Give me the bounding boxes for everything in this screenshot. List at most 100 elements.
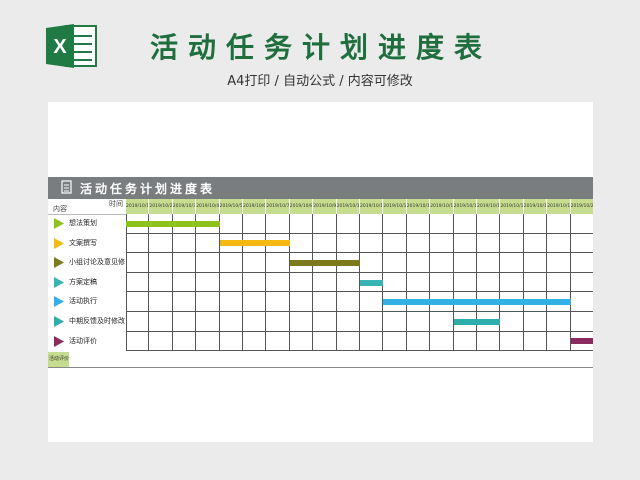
gantt-cell[interactable] [196, 253, 220, 273]
gantt-cell[interactable] [219, 292, 243, 312]
gantt-cell[interactable] [126, 233, 150, 254]
gantt-cell[interactable] [266, 292, 290, 312]
gantt-cell[interactable] [313, 233, 337, 254]
gantt-cell[interactable] [360, 312, 384, 332]
gantt-cell[interactable] [336, 233, 360, 254]
gantt-cell[interactable] [500, 233, 524, 254]
gantt-cell[interactable] [430, 233, 454, 254]
gantt-cell[interactable] [547, 312, 571, 332]
gantt-cell[interactable] [243, 312, 267, 332]
gantt-cell[interactable] [196, 292, 220, 312]
gantt-cell[interactable] [547, 233, 571, 254]
gantt-cell[interactable] [477, 272, 501, 293]
gantt-cell[interactable] [383, 214, 407, 234]
gantt-cell[interactable] [500, 272, 524, 293]
gantt-cell[interactable] [289, 272, 314, 293]
gantt-cell[interactable] [383, 272, 407, 293]
gantt-cell[interactable] [383, 312, 407, 332]
gantt-cell[interactable] [126, 312, 150, 332]
gantt-cell[interactable] [523, 253, 548, 273]
gantt-cell[interactable] [289, 214, 314, 234]
gantt-cell[interactable] [219, 253, 243, 273]
gantt-cell[interactable] [406, 253, 431, 273]
gantt-cell[interactable] [172, 312, 197, 332]
gantt-cell[interactable] [196, 312, 220, 332]
gantt-cell[interactable] [383, 233, 407, 254]
gantt-cell[interactable] [243, 253, 267, 273]
gantt-cell[interactable] [243, 214, 267, 234]
gantt-cell[interactable] [172, 233, 197, 254]
gantt-cell[interactable] [336, 214, 360, 234]
gantt-cell[interactable] [570, 312, 593, 332]
gantt-cell[interactable] [126, 272, 150, 293]
gantt-cell[interactable] [523, 233, 548, 254]
gantt-cell[interactable] [500, 214, 524, 234]
gantt-cell[interactable] [172, 253, 197, 273]
gantt-cell[interactable] [336, 331, 360, 352]
gantt-cell[interactable] [406, 272, 431, 293]
gantt-cell[interactable] [430, 312, 454, 332]
gantt-cell[interactable] [477, 214, 501, 234]
gantt-cell[interactable] [172, 331, 197, 352]
gantt-cell[interactable] [406, 331, 431, 352]
gantt-cell[interactable] [336, 292, 360, 312]
gantt-cell[interactable] [570, 253, 593, 273]
gantt-cell[interactable] [453, 214, 477, 234]
gantt-cell[interactable] [336, 312, 360, 332]
gantt-cell[interactable] [219, 272, 243, 293]
gantt-cell[interactable] [219, 331, 243, 352]
gantt-cell[interactable] [289, 292, 314, 312]
gantt-cell[interactable] [336, 272, 360, 293]
gantt-cell[interactable] [313, 272, 337, 293]
gantt-cell[interactable] [313, 312, 337, 332]
gantt-cell[interactable] [406, 233, 431, 254]
gantt-cell[interactable] [360, 214, 384, 234]
gantt-cell[interactable] [547, 214, 571, 234]
gantt-cell[interactable] [570, 272, 593, 293]
gantt-cell[interactable] [360, 253, 384, 273]
gantt-cell[interactable] [149, 312, 173, 332]
gantt-cell[interactable] [453, 272, 477, 293]
gantt-cell[interactable] [149, 292, 173, 312]
gantt-cell[interactable] [547, 331, 571, 352]
gantt-cell[interactable] [196, 233, 220, 254]
gantt-cell[interactable] [172, 292, 197, 312]
gantt-cell[interactable] [196, 331, 220, 352]
gantt-cell[interactable] [172, 272, 197, 293]
gantt-cell[interactable] [500, 253, 524, 273]
gantt-cell[interactable] [126, 253, 150, 273]
gantt-cell[interactable] [500, 331, 524, 352]
gantt-cell[interactable] [219, 312, 243, 332]
gantt-cell[interactable] [430, 214, 454, 234]
gantt-cell[interactable] [383, 331, 407, 352]
gantt-cell[interactable] [500, 312, 524, 332]
gantt-cell[interactable] [196, 272, 220, 293]
gantt-cell[interactable] [453, 253, 477, 273]
gantt-cell[interactable] [313, 214, 337, 234]
gantt-cell[interactable] [453, 233, 477, 254]
gantt-cell[interactable] [313, 331, 337, 352]
gantt-cell[interactable] [149, 272, 173, 293]
gantt-cell[interactable] [313, 292, 337, 312]
gantt-cell[interactable] [149, 331, 173, 352]
gantt-cell[interactable] [383, 253, 407, 273]
gantt-cell[interactable] [149, 233, 173, 254]
gantt-cell[interactable] [266, 331, 290, 352]
gantt-cell[interactable] [243, 292, 267, 312]
gantt-cell[interactable] [289, 331, 314, 352]
gantt-cell[interactable] [453, 331, 477, 352]
gantt-cell[interactable] [523, 331, 548, 352]
gantt-cell[interactable] [243, 331, 267, 352]
gantt-cell[interactable] [266, 272, 290, 293]
gantt-cell[interactable] [523, 214, 548, 234]
gantt-cell[interactable] [570, 233, 593, 254]
gantt-cell[interactable] [219, 214, 243, 234]
gantt-cell[interactable] [126, 331, 150, 352]
gantt-cell[interactable] [360, 233, 384, 254]
gantt-cell[interactable] [430, 253, 454, 273]
gantt-cell[interactable] [126, 292, 150, 312]
gantt-cell[interactable] [289, 233, 314, 254]
gantt-cell[interactable] [266, 253, 290, 273]
gantt-cell[interactable] [477, 331, 501, 352]
gantt-cell[interactable] [266, 312, 290, 332]
